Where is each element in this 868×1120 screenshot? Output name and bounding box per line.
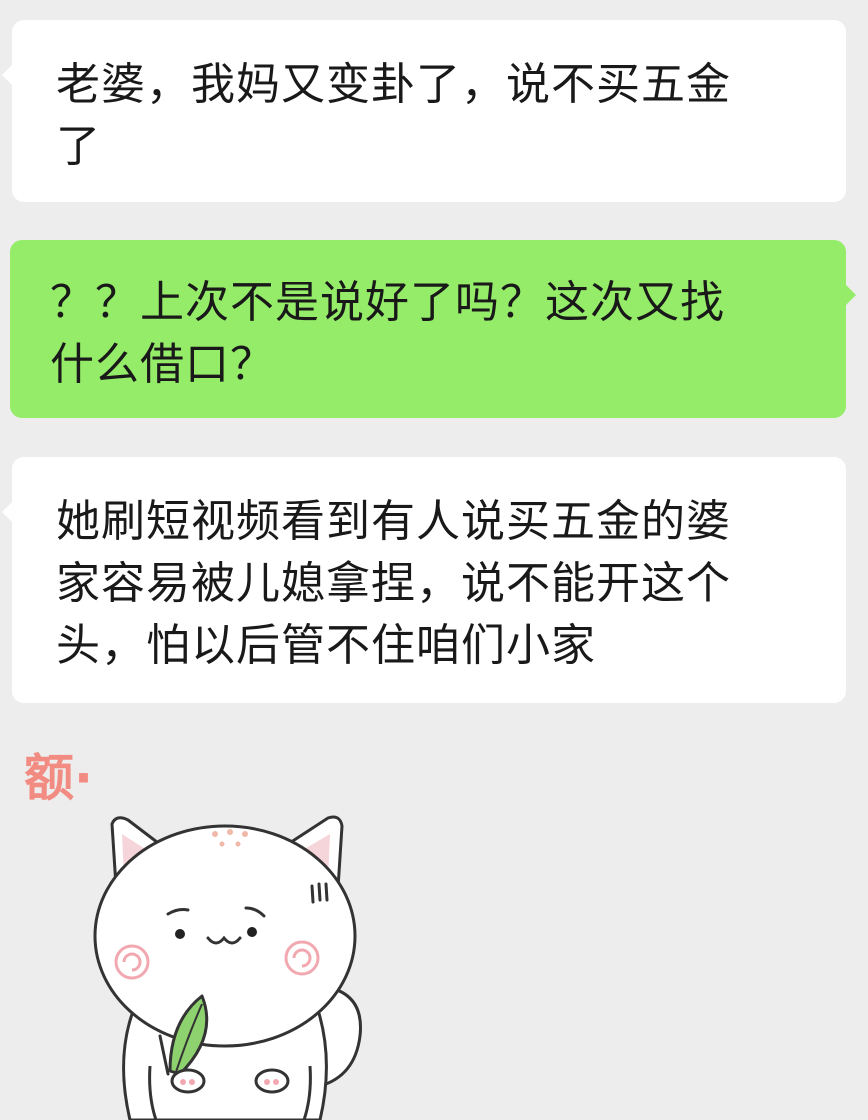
sticker-message[interactable]: 额· [20,736,380,1120]
bubble-tail [2,501,13,523]
message-text-line: 家容易被儿媳拿捏，说不能开这个 [56,558,731,609]
message-text-line: ？？上次不是说好了吗？这次又找 [50,277,725,328]
sticker-caption: 额· [24,749,93,807]
message-text-line: 什么借口？ [50,339,275,390]
message-text-line: 头，怕以后管不住咱们小家 [56,620,596,671]
bubble-tail [2,64,13,86]
message-text-line: 她刷短视频看到有人说买五金的婆 [56,496,731,547]
bubble-tail [845,284,856,306]
message-text-line: 老婆，我妈又变卦了，说不买五金 [56,59,731,110]
incoming-message-bubble[interactable]: 老婆，我妈又变卦了，说不买五金 了 [2,20,846,202]
outgoing-message-bubble[interactable]: ？？上次不是说好了吗？这次又找 什么借口？ [10,240,856,418]
incoming-message-bubble[interactable]: 她刷短视频看到有人说买五金的婆 家容易被儿媳拿捏，说不能开这个 头，怕以后管不住… [2,457,846,703]
message-text-line: 了 [56,121,101,172]
